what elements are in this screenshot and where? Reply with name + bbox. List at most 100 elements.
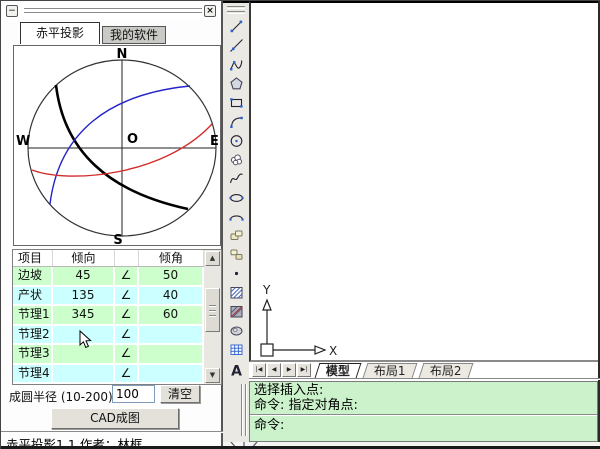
ucs-y-label: Y	[262, 283, 271, 297]
multiline-text-icon: A	[229, 361, 244, 376]
clear-button[interactable]: 清空	[160, 385, 200, 403]
ellipse-arc-icon	[229, 209, 244, 224]
ellipse-icon	[229, 190, 244, 205]
hatch-tool-button[interactable]	[225, 283, 247, 302]
status-separator	[1, 431, 223, 433]
last-tab-icon[interactable]: ▶|	[297, 363, 311, 377]
revision-cloud-tool-button[interactable]	[225, 150, 247, 169]
table-row[interactable]: 节理4 ∠	[13, 365, 221, 385]
insert-block-icon	[229, 228, 244, 243]
scrollbar-thumb[interactable]	[205, 288, 220, 332]
polygon-tool-button[interactable]	[225, 74, 247, 93]
command-window[interactable]: 选择插入点: 命令: 指定对角点: 命令:	[249, 381, 598, 442]
table-row[interactable]: 节理3 ∠	[13, 345, 221, 365]
radius-row: 成圆半径 (10-200) 清空	[1, 385, 223, 405]
table-scrollbar[interactable]: ▲ ▼	[204, 250, 221, 384]
spline-tool-button[interactable]	[225, 169, 247, 188]
header-angle-symbol	[115, 250, 139, 266]
header-dip-angle: 倾角	[139, 250, 204, 266]
spline-icon	[229, 171, 244, 186]
close-button[interactable]: ×	[204, 5, 216, 17]
multiline-text-tool-button[interactable]: A	[225, 359, 247, 378]
header-item: 项目	[13, 250, 53, 266]
command-history-line: 命令: 指定对角点:	[254, 398, 593, 413]
command-window-divider	[223, 378, 600, 380]
table-icon	[229, 342, 244, 357]
table-row[interactable]: 边坡 45 ∠ 50	[13, 267, 221, 287]
insert-block-tool-button[interactable]	[225, 226, 247, 245]
polyline-icon	[229, 57, 244, 72]
label-east: E	[210, 134, 219, 149]
titlebar-grip	[24, 12, 202, 15]
point-tool-button[interactable]	[225, 264, 247, 283]
label-center: O	[127, 132, 138, 147]
polygon-icon	[229, 76, 244, 91]
hatch-icon	[229, 285, 244, 300]
ellipse-tool-button[interactable]	[225, 188, 247, 207]
toolbar-grip[interactable]	[227, 6, 245, 9]
table-header-row: 项目 倾向 倾角	[13, 250, 221, 267]
tab-my-software[interactable]: 我的软件	[102, 26, 166, 44]
arc-icon	[229, 114, 244, 129]
tab-layout2[interactable]: 布局2	[418, 363, 473, 378]
ellipse-arc-tool-button[interactable]	[225, 207, 247, 226]
command-history: 选择插入点: 命令: 指定对角点:	[250, 382, 597, 414]
gradient-icon	[229, 304, 244, 319]
line-tool-button[interactable]	[225, 17, 247, 36]
layout-tab-bar: |◀ ◀ ▶ ▶| 模型 布局1 布局2	[251, 362, 598, 379]
radius-label: 成圆半径 (10-200)	[9, 388, 113, 405]
minimize-button[interactable]: −	[6, 5, 18, 17]
line-icon	[229, 19, 244, 34]
command-input-line[interactable]: 命令:	[250, 416, 597, 435]
construction-line-tool-button[interactable]	[225, 36, 247, 55]
point-icon	[229, 266, 244, 281]
command-history-line: 选择插入点:	[254, 383, 593, 398]
ucs-x-label: X	[329, 344, 337, 358]
table-row[interactable]: 节理1 345 ∠ 60	[13, 306, 221, 326]
header-dip-direction: 倾向	[53, 250, 115, 266]
revision-cloud-icon	[229, 152, 244, 167]
stereonet-plot: N S W E O	[13, 45, 221, 246]
polyline-tool-button[interactable]	[225, 55, 247, 74]
svg-text:A: A	[231, 364, 242, 377]
titlebar-grip	[24, 8, 202, 11]
joint1-great-circle	[50, 86, 190, 204]
circle-icon	[229, 133, 244, 148]
scroll-up-icon[interactable]: ▲	[205, 251, 220, 266]
mouse-cursor	[79, 330, 92, 349]
command-window-grip[interactable]	[245, 384, 247, 436]
region-tool-button[interactable]	[225, 321, 247, 340]
tab-model[interactable]: 模型	[315, 363, 362, 378]
command-window-grip[interactable]	[241, 384, 243, 436]
panel-titlebar[interactable]: − ×	[2, 3, 220, 19]
draw-toolbar: A	[223, 1, 249, 377]
first-tab-icon[interactable]: |◀	[252, 363, 266, 377]
stereonet-panel: − × 赤平投影 我的软件 N S W E O	[1, 1, 223, 449]
arc-tool-button[interactable]	[225, 112, 247, 131]
command-window-margin	[223, 377, 249, 449]
make-block-icon	[229, 247, 244, 262]
scroll-down-icon[interactable]: ▼	[205, 368, 220, 383]
prev-tab-icon[interactable]: ◀	[267, 363, 281, 377]
rectangle-tool-button[interactable]	[225, 93, 247, 112]
next-tab-icon[interactable]: ▶	[282, 363, 296, 377]
table-tool-button[interactable]	[225, 340, 247, 359]
attitude-table: 项目 倾向 倾角 边坡 45 ∠ 50 产状 135 ∠ 40 节理1 345 …	[12, 249, 222, 385]
make-block-tool-button[interactable]	[225, 245, 247, 264]
rectangle-icon	[229, 95, 244, 110]
ucs-icon: Y X	[257, 282, 341, 362]
label-south: S	[113, 233, 122, 245]
table-row[interactable]: 产状 135 ∠ 40	[13, 287, 221, 307]
table-row[interactable]: 节理2 ∠	[13, 326, 221, 346]
construction-line-icon	[229, 38, 244, 53]
circle-tool-button[interactable]	[225, 131, 247, 150]
label-north: N	[117, 47, 128, 62]
label-west: W	[16, 134, 30, 149]
cad-plot-button[interactable]: CAD成图	[51, 408, 179, 429]
gradient-tool-button[interactable]	[225, 302, 247, 321]
tab-layout1[interactable]: 布局1	[363, 363, 418, 378]
tab-stereographic-projection[interactable]: 赤平投影	[20, 22, 100, 44]
region-icon	[229, 323, 244, 338]
toolbar-grip[interactable]	[227, 11, 245, 14]
radius-input[interactable]	[112, 385, 155, 403]
